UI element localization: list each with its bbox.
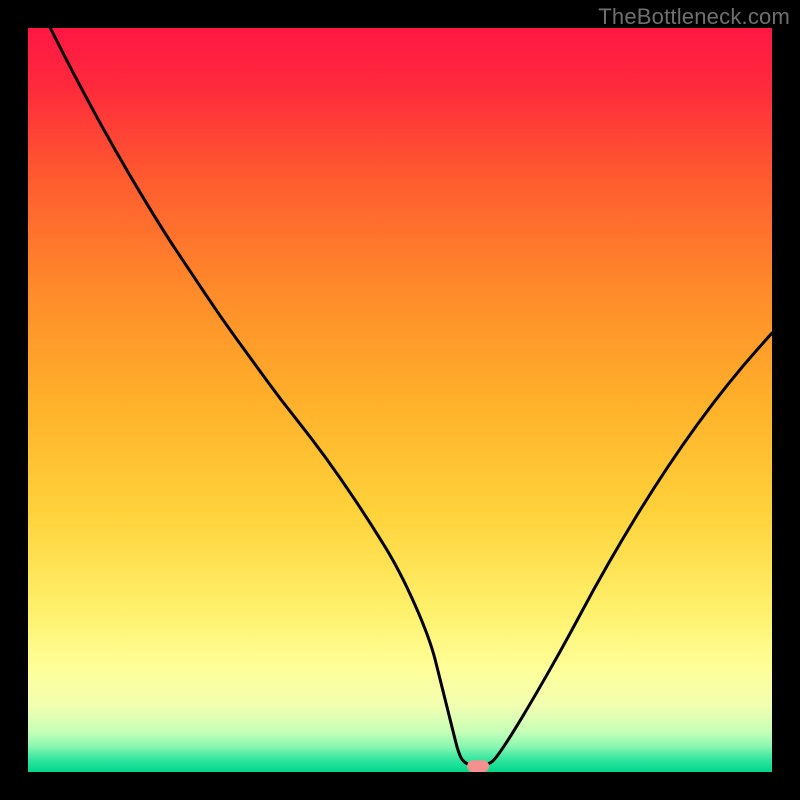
optimum-marker	[467, 760, 489, 772]
watermark-text: TheBottleneck.com	[598, 4, 790, 30]
chart-svg	[28, 28, 772, 772]
chart-frame: TheBottleneck.com	[0, 0, 800, 800]
gradient-background	[28, 28, 772, 772]
plot-area	[28, 28, 772, 772]
